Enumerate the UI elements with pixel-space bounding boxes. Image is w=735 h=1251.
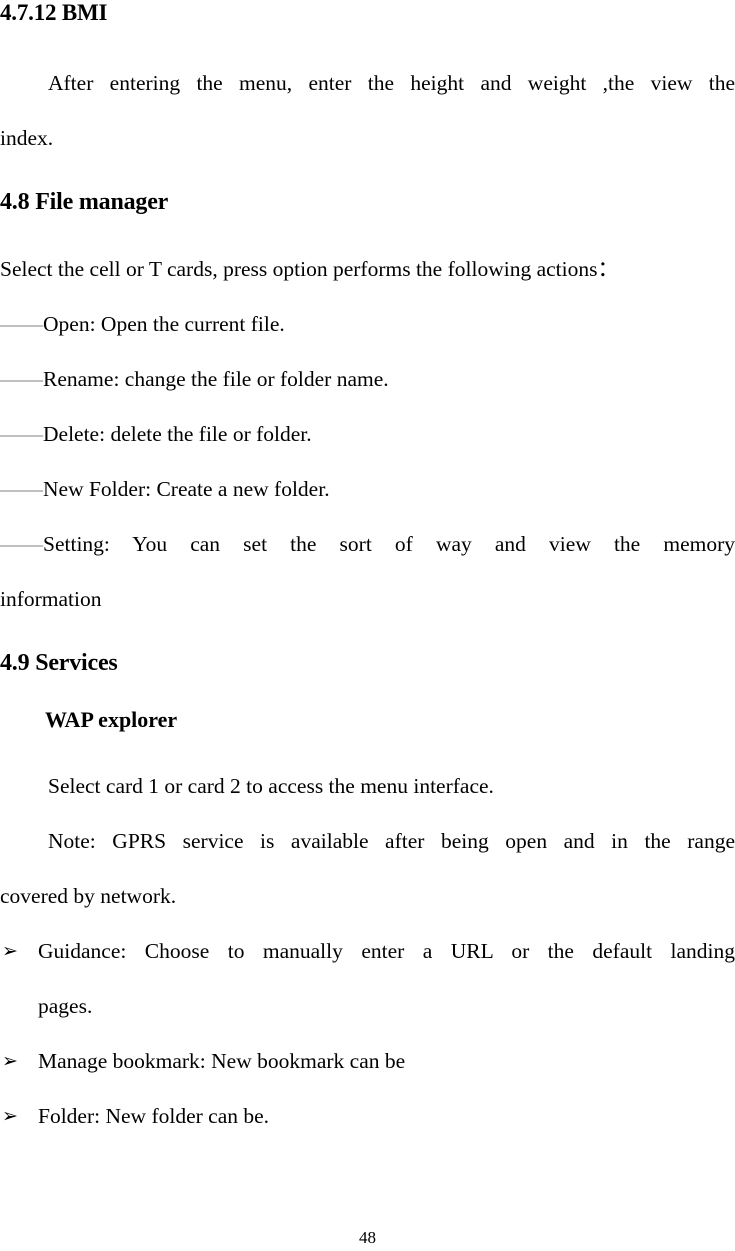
bullet-list-item: ➢ Guidance: Choose to manually enter a U… bbox=[0, 924, 735, 979]
document-page: 4.7.12 BMI After entering the menu, ente… bbox=[0, 0, 735, 1251]
paragraph-file-manager-intro: Select the cell or T cards, press option… bbox=[0, 257, 619, 281]
arrowhead-bullet-icon: ➢ bbox=[2, 1106, 18, 1127]
bullet-list-item-continuation: pages. bbox=[0, 979, 735, 1034]
list-item-label: Rename: change the file or folder name. bbox=[43, 367, 389, 391]
em-dash-marker: —— bbox=[0, 312, 43, 336]
list-item: ——Delete: delete the file or folder. bbox=[0, 407, 735, 462]
list-item-label: Delete: delete the file or folder. bbox=[43, 422, 312, 446]
list-item: ——New Folder: Create a new folder. bbox=[0, 462, 735, 517]
list-item: ——Rename: change the file or folder name… bbox=[0, 352, 735, 407]
heading-bmi: 4.7.12 BMI bbox=[0, 0, 108, 25]
page-content: 4.7.12 BMI After entering the menu, ente… bbox=[0, 0, 735, 1144]
list-item: ——Setting: You can set the sort of way a… bbox=[0, 517, 735, 572]
bullet-item-label: Folder: New folder can be. bbox=[38, 1104, 270, 1128]
paragraph-select-card: Select card 1 or card 2 to access the me… bbox=[48, 774, 494, 798]
em-dash-marker: —— bbox=[0, 532, 43, 556]
paragraph-note-line2: covered by network. bbox=[0, 884, 177, 908]
arrowhead-bullet-icon: ➢ bbox=[2, 941, 18, 962]
list-item: ——Open: Open the current file. bbox=[0, 297, 735, 352]
list-item-label: Open: Open the current file. bbox=[43, 312, 285, 336]
em-dash-marker: —— bbox=[0, 367, 43, 391]
em-dash-marker: —— bbox=[0, 477, 43, 501]
list-item-label: New Folder: Create a new folder. bbox=[43, 477, 330, 501]
bullet-item-continuation-label: pages. bbox=[38, 994, 93, 1018]
list-item-continuation: information bbox=[0, 587, 102, 611]
em-dash-marker: —— bbox=[0, 422, 43, 446]
bullet-list-item: ➢ Manage bookmark: New bookmark can be bbox=[0, 1034, 735, 1089]
bullet-list-item: ➢ Folder: New folder can be. bbox=[0, 1089, 735, 1144]
paragraph-note-line1: Note: GPRS service is available after be… bbox=[48, 829, 735, 853]
list-item-label: Setting: You can set the sort of way and… bbox=[43, 532, 735, 556]
heading-services: 4.9 Services bbox=[0, 650, 118, 676]
bullet-item-label: Guidance: Choose to manually enter a URL… bbox=[38, 939, 735, 963]
subheading-wap-explorer: WAP explorer bbox=[45, 707, 178, 732]
paragraph-bmi-line2: index. bbox=[0, 126, 54, 150]
paragraph-bmi-line1: After entering the menu, enter the heigh… bbox=[48, 71, 735, 95]
heading-file-manager: 4.8 File manager bbox=[0, 189, 169, 215]
bullet-item-label: Manage bookmark: New bookmark can be bbox=[38, 1049, 406, 1073]
page-number: 48 bbox=[359, 1228, 376, 1247]
arrowhead-bullet-icon: ➢ bbox=[2, 1051, 18, 1072]
